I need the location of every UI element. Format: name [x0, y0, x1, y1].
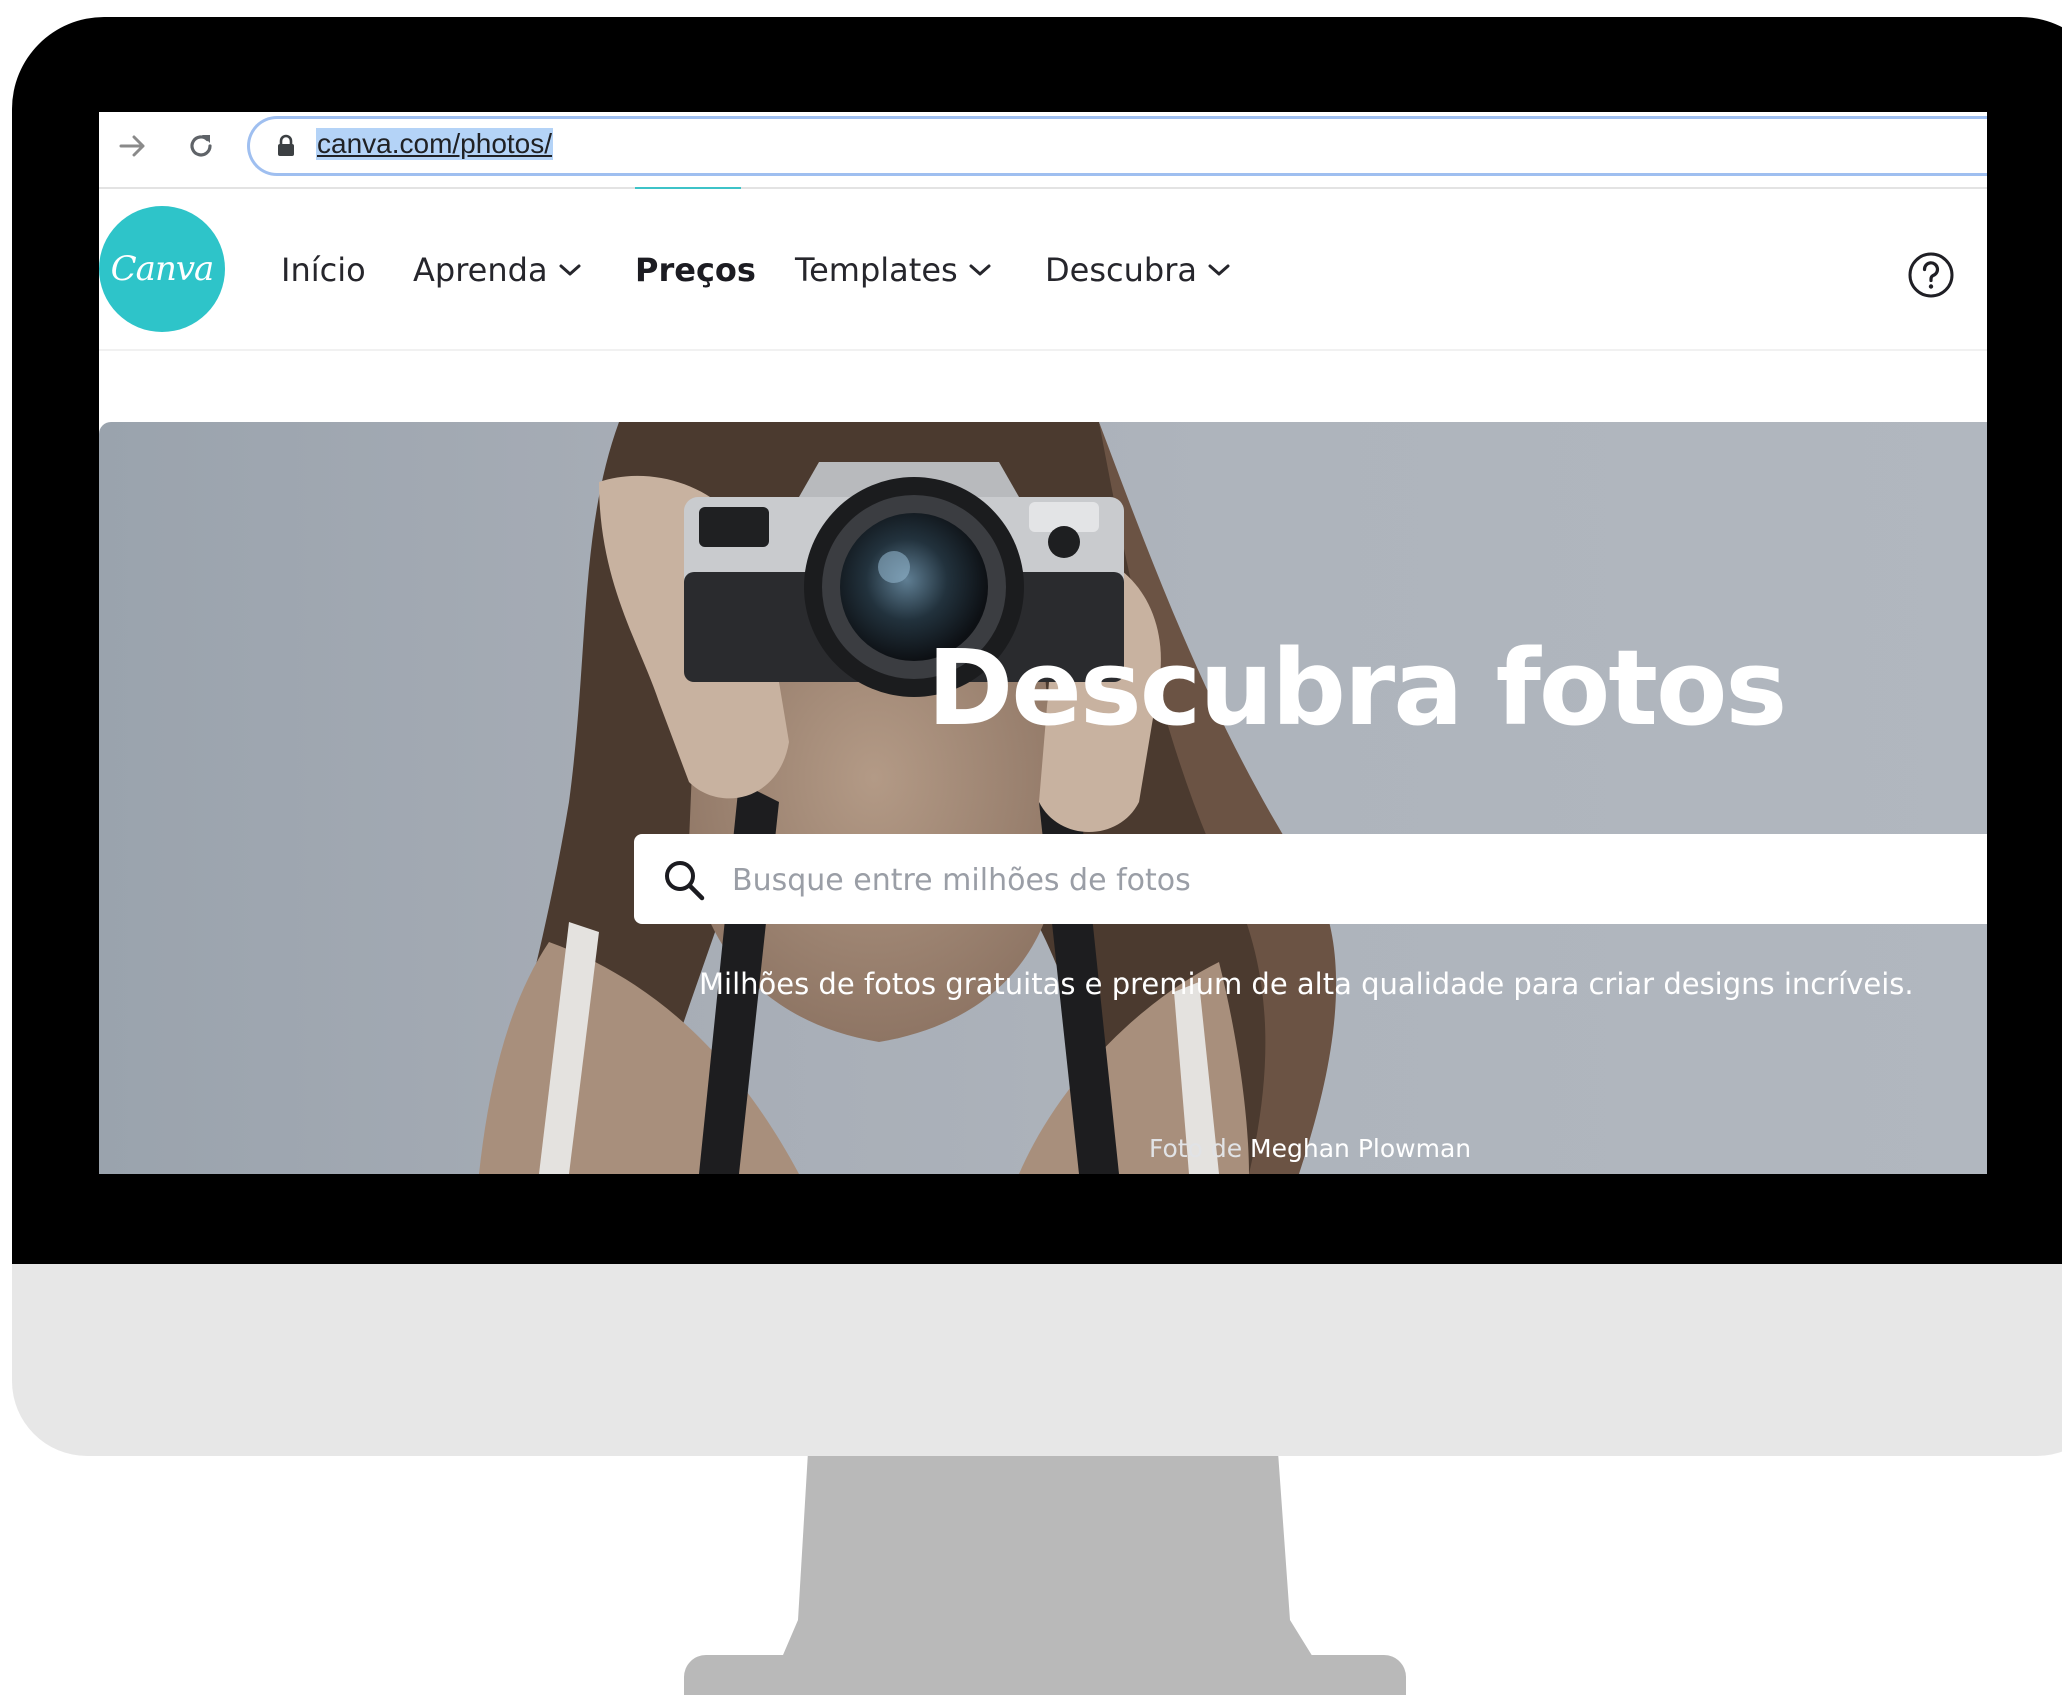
photo-search-box[interactable] [634, 834, 1987, 926]
nav-item-descubra[interactable]: Descubra [1045, 251, 1231, 289]
hero-subtitle: Milhões de fotos gratuitas e premium de … [699, 967, 1914, 1001]
monitor-stand [768, 1452, 1328, 1682]
hero-photo [479, 422, 1337, 1174]
chevron-down-icon [1208, 264, 1230, 276]
monitor-screen: canva.com/photos/ Canva Início Aprenda P… [99, 112, 1987, 1174]
photo-credit: Foto de Meghan Plowman [1149, 1134, 1471, 1163]
chevron-down-icon [969, 264, 991, 276]
nav-item-aprenda[interactable]: Aprenda [413, 251, 582, 289]
nav-item-precos[interactable]: Preços [635, 251, 756, 289]
search-input[interactable] [730, 834, 1934, 926]
chevron-down-icon [559, 264, 581, 276]
monitor-stand-base [684, 1655, 1406, 1695]
canva-logo[interactable]: Canva [99, 206, 225, 332]
forward-button[interactable] [113, 126, 153, 166]
nav-item-label: Preços [635, 251, 756, 289]
url-text[interactable]: canva.com/photos/ [316, 128, 554, 160]
nav-item-label: Templates [795, 251, 958, 289]
address-bar[interactable]: canva.com/photos/ [247, 116, 1987, 176]
nav-item-label: Início [281, 251, 366, 289]
credit-prefix: Foto de [1149, 1134, 1243, 1163]
browser-toolbar: canva.com/photos/ [99, 112, 1987, 189]
nav-item-label: Aprenda [413, 251, 548, 289]
lock-icon [278, 134, 294, 156]
hero-title: Descubra fotos [927, 627, 1787, 749]
reload-button[interactable] [181, 126, 221, 166]
hero-banner: Descubra fotos Milhões de fotos gratuita… [99, 422, 1987, 1174]
forward-arrow-icon [119, 135, 145, 157]
search-icon [665, 861, 705, 901]
site-navbar: Canva Início Aprenda Preços Templates De… [99, 189, 1987, 351]
help-circle-icon[interactable] [1907, 251, 1955, 299]
logo-text: Canva [110, 249, 215, 289]
credit-author-link[interactable]: Meghan Plowman [1250, 1134, 1471, 1163]
monitor-chin [12, 1264, 2062, 1456]
reload-icon [190, 135, 212, 157]
nav-item-inicio[interactable]: Início [281, 251, 366, 289]
nav-item-templates[interactable]: Templates [795, 251, 992, 289]
nav-item-label: Descubra [1045, 251, 1197, 289]
